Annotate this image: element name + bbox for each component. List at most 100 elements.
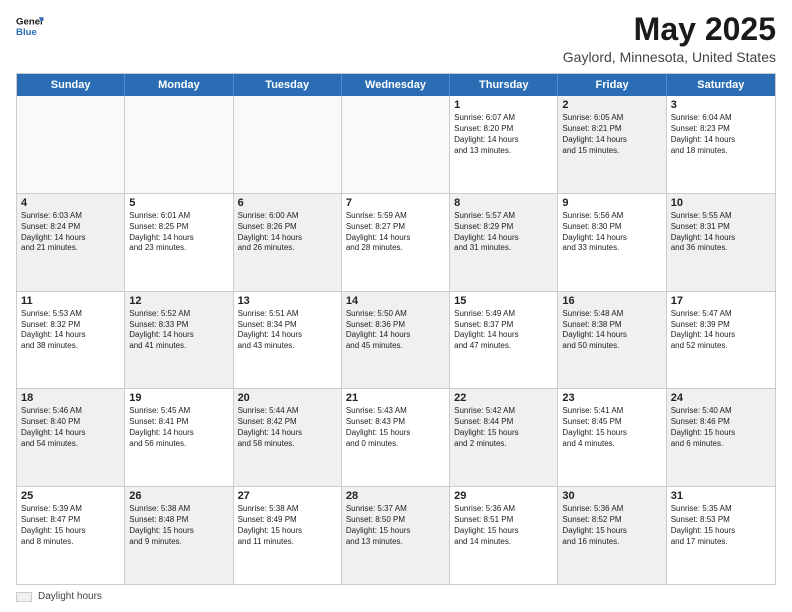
cell-info: Sunrise: 5:44 AM Sunset: 8:42 PM Dayligh… bbox=[238, 406, 337, 449]
calendar-cell-1-6: 10Sunrise: 5:55 AM Sunset: 8:31 PM Dayli… bbox=[667, 194, 775, 291]
svg-text:Blue: Blue bbox=[16, 27, 37, 38]
cell-info: Sunrise: 5:53 AM Sunset: 8:32 PM Dayligh… bbox=[21, 309, 120, 352]
legend: Daylight hours bbox=[16, 591, 776, 602]
cell-info: Sunrise: 6:04 AM Sunset: 8:23 PM Dayligh… bbox=[671, 113, 771, 156]
calendar-cell-4-4: 29 Sunrise: 5:36 AM Sunset: 8:51 PM Dayli… bbox=[450, 487, 558, 584]
calendar-cell-3-2: 20 Sunrise: 5:44 AM Sunset: 8:42 PM Dayli… bbox=[234, 389, 342, 486]
calendar-cell-2-1: 12Sunrise: 5:52 AM Sunset: 8:33 PM Dayli… bbox=[125, 292, 233, 389]
day-number: 27 bbox=[238, 490, 337, 502]
calendar-cell-3-3: 21 Sunrise: 5:43 AM Sunset: 8:43 PM Dayli… bbox=[342, 389, 450, 486]
cell-info: Sunrise: 6:03 AM Sunset: 8:24 PM Dayligh… bbox=[21, 211, 120, 254]
calendar-row-1: 1Sunrise: 6:07 AM Sunset: 8:20 PM Daylig… bbox=[17, 96, 775, 194]
cell-info: Sunrise: 5:41 AM Sunset: 8:45 PM Dayligh… bbox=[562, 406, 661, 449]
cell-info: Sunrise: 5:36 AM Sunset: 8:51 PM Dayligh… bbox=[454, 504, 553, 547]
cell-info: Sunrise: 5:48 AM Sunset: 8:38 PM Dayligh… bbox=[562, 309, 661, 352]
calendar-cell-1-4: 8 Sunrise: 5:57 AM Sunset: 8:29 PM Daylig… bbox=[450, 194, 558, 291]
calendar-cell-2-4: 15Sunrise: 5:49 AM Sunset: 8:37 PM Dayli… bbox=[450, 292, 558, 389]
calendar-cell-4-5: 30 Sunrise: 5:36 AM Sunset: 8:52 PM Dayli… bbox=[558, 487, 666, 584]
calendar-cell-1-3: 7 Sunrise: 5:59 AM Sunset: 8:27 PM Daylig… bbox=[342, 194, 450, 291]
calendar-cell-1-0: 4 Sunrise: 6:03 AM Sunset: 8:24 PM Daylig… bbox=[17, 194, 125, 291]
day-number: 15 bbox=[454, 295, 553, 307]
calendar-cell-1-1: 5 Sunrise: 6:01 AM Sunset: 8:25 PM Daylig… bbox=[125, 194, 233, 291]
calendar-cell-4-1: 26 Sunrise: 5:38 AM Sunset: 8:48 PM Dayli… bbox=[125, 487, 233, 584]
weekday-header-saturday: Saturday bbox=[667, 74, 775, 96]
cell-info: Sunrise: 6:05 AM Sunset: 8:21 PM Dayligh… bbox=[562, 113, 661, 156]
calendar-cell-3-0: 18 Sunrise: 5:46 AM Sunset: 8:40 PM Dayli… bbox=[17, 389, 125, 486]
day-number: 31 bbox=[671, 490, 771, 502]
cell-info: Sunrise: 5:37 AM Sunset: 8:50 PM Dayligh… bbox=[346, 504, 445, 547]
calendar-cell-4-3: 28Sunrise: 5:37 AM Sunset: 8:50 PM Dayli… bbox=[342, 487, 450, 584]
weekday-header-friday: Friday bbox=[558, 74, 666, 96]
title-block: May 2025 Gaylord, Minnesota, United Stat… bbox=[563, 12, 776, 65]
cell-info: Sunrise: 5:36 AM Sunset: 8:52 PM Dayligh… bbox=[562, 504, 661, 547]
day-number: 21 bbox=[346, 392, 445, 404]
calendar-cell-4-2: 27 Sunrise: 5:38 AM Sunset: 8:49 PM Dayli… bbox=[234, 487, 342, 584]
cell-info: Sunrise: 5:35 AM Sunset: 8:53 PM Dayligh… bbox=[671, 504, 771, 547]
day-number: 29 bbox=[454, 490, 553, 502]
cell-info: Sunrise: 6:00 AM Sunset: 8:26 PM Dayligh… bbox=[238, 211, 337, 254]
weekday-header-wednesday: Wednesday bbox=[342, 74, 450, 96]
calendar-cell-1-5: 9Sunrise: 5:56 AM Sunset: 8:30 PM Daylig… bbox=[558, 194, 666, 291]
logo-icon: General Blue bbox=[16, 12, 44, 40]
day-number: 1 bbox=[454, 99, 553, 111]
calendar-row-5: 25Sunrise: 5:39 AM Sunset: 8:47 PM Dayli… bbox=[17, 487, 775, 584]
day-number: 2 bbox=[562, 99, 661, 111]
cell-info: Sunrise: 5:52 AM Sunset: 8:33 PM Dayligh… bbox=[129, 309, 228, 352]
day-number: 20 bbox=[238, 392, 337, 404]
legend-box bbox=[16, 592, 32, 602]
calendar-row-2: 4 Sunrise: 6:03 AM Sunset: 8:24 PM Daylig… bbox=[17, 194, 775, 292]
cell-info: Sunrise: 5:42 AM Sunset: 8:44 PM Dayligh… bbox=[454, 406, 553, 449]
calendar-header: SundayMondayTuesdayWednesdayThursdayFrid… bbox=[17, 74, 775, 96]
calendar-cell-2-2: 13Sunrise: 5:51 AM Sunset: 8:34 PM Dayli… bbox=[234, 292, 342, 389]
day-number: 19 bbox=[129, 392, 228, 404]
cell-info: Sunrise: 5:57 AM Sunset: 8:29 PM Dayligh… bbox=[454, 211, 553, 254]
day-number: 25 bbox=[21, 490, 120, 502]
day-number: 8 bbox=[454, 197, 553, 209]
calendar-cell-1-2: 6 Sunrise: 6:00 AM Sunset: 8:26 PM Daylig… bbox=[234, 194, 342, 291]
calendar: SundayMondayTuesdayWednesdayThursdayFrid… bbox=[16, 73, 776, 585]
cell-info: Sunrise: 5:38 AM Sunset: 8:49 PM Dayligh… bbox=[238, 504, 337, 547]
day-number: 23 bbox=[562, 392, 661, 404]
calendar-row-3: 11 Sunrise: 5:53 AM Sunset: 8:32 PM Dayli… bbox=[17, 292, 775, 390]
day-number: 13 bbox=[238, 295, 337, 307]
weekday-header-sunday: Sunday bbox=[17, 74, 125, 96]
day-number: 5 bbox=[129, 197, 228, 209]
day-number: 18 bbox=[21, 392, 120, 404]
calendar-row-4: 18 Sunrise: 5:46 AM Sunset: 8:40 PM Dayli… bbox=[17, 389, 775, 487]
weekday-header-monday: Monday bbox=[125, 74, 233, 96]
calendar-cell-2-5: 16 Sunrise: 5:48 AM Sunset: 8:38 PM Dayli… bbox=[558, 292, 666, 389]
cell-info: Sunrise: 5:43 AM Sunset: 8:43 PM Dayligh… bbox=[346, 406, 445, 449]
weekday-header-thursday: Thursday bbox=[450, 74, 558, 96]
cell-info: Sunrise: 5:55 AM Sunset: 8:31 PM Dayligh… bbox=[671, 211, 771, 254]
day-number: 11 bbox=[21, 295, 120, 307]
calendar-cell-3-5: 23 Sunrise: 5:41 AM Sunset: 8:45 PM Dayli… bbox=[558, 389, 666, 486]
calendar-cell-0-3 bbox=[342, 96, 450, 193]
cell-info: Sunrise: 5:46 AM Sunset: 8:40 PM Dayligh… bbox=[21, 406, 120, 449]
calendar-cell-3-1: 19 Sunrise: 5:45 AM Sunset: 8:41 PM Dayli… bbox=[125, 389, 233, 486]
day-number: 26 bbox=[129, 490, 228, 502]
calendar-cell-0-0 bbox=[17, 96, 125, 193]
page: General Blue May 2025 Gaylord, Minnesota… bbox=[0, 0, 792, 612]
calendar-cell-3-6: 24Sunrise: 5:40 AM Sunset: 8:46 PM Dayli… bbox=[667, 389, 775, 486]
main-title: May 2025 bbox=[563, 12, 776, 47]
calendar-cell-0-1 bbox=[125, 96, 233, 193]
cell-info: Sunrise: 5:40 AM Sunset: 8:46 PM Dayligh… bbox=[671, 406, 771, 449]
cell-info: Sunrise: 5:45 AM Sunset: 8:41 PM Dayligh… bbox=[129, 406, 228, 449]
calendar-cell-4-6: 31 Sunrise: 5:35 AM Sunset: 8:53 PM Dayli… bbox=[667, 487, 775, 584]
day-number: 9 bbox=[562, 197, 661, 209]
day-number: 30 bbox=[562, 490, 661, 502]
day-number: 6 bbox=[238, 197, 337, 209]
calendar-cell-0-4: 1Sunrise: 6:07 AM Sunset: 8:20 PM Daylig… bbox=[450, 96, 558, 193]
cell-info: Sunrise: 6:01 AM Sunset: 8:25 PM Dayligh… bbox=[129, 211, 228, 254]
day-number: 4 bbox=[21, 197, 120, 209]
subtitle: Gaylord, Minnesota, United States bbox=[563, 49, 776, 65]
day-number: 16 bbox=[562, 295, 661, 307]
day-number: 7 bbox=[346, 197, 445, 209]
cell-info: Sunrise: 5:38 AM Sunset: 8:48 PM Dayligh… bbox=[129, 504, 228, 547]
cell-info: Sunrise: 5:47 AM Sunset: 8:39 PM Dayligh… bbox=[671, 309, 771, 352]
legend-label: Daylight hours bbox=[38, 591, 102, 602]
logo: General Blue bbox=[16, 12, 44, 40]
cell-info: Sunrise: 5:59 AM Sunset: 8:27 PM Dayligh… bbox=[346, 211, 445, 254]
calendar-cell-2-0: 11 Sunrise: 5:53 AM Sunset: 8:32 PM Dayli… bbox=[17, 292, 125, 389]
cell-info: Sunrise: 5:50 AM Sunset: 8:36 PM Dayligh… bbox=[346, 309, 445, 352]
